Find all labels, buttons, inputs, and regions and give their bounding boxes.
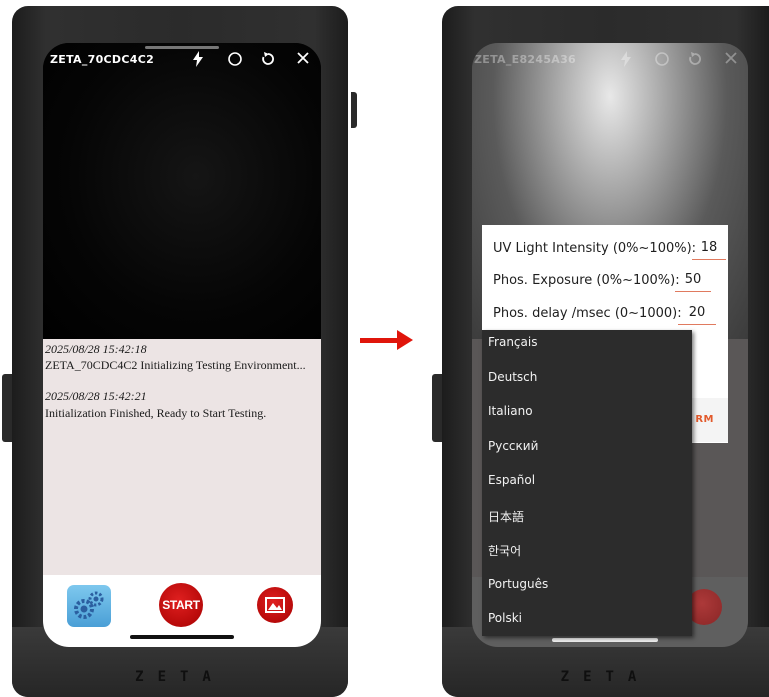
home-indicator: [130, 635, 234, 639]
close-icon: [722, 51, 740, 69]
refresh-icon: [686, 51, 704, 71]
log-panel: 2025/08/28 15:42:18 ZETA_70CDC4C2 Initia…: [43, 339, 321, 575]
uv-intensity-label: UV Light Intensity (0%~100%):: [493, 241, 697, 256]
notch: [145, 46, 219, 49]
phos-exposure-label: Phos. Exposure (0%~100%):: [493, 273, 680, 288]
close-icon[interactable]: [294, 51, 312, 69]
phos-delay-input[interactable]: 20: [678, 304, 716, 325]
start-button[interactable]: START: [159, 583, 203, 627]
language-option[interactable]: Русский: [488, 439, 538, 453]
gallery-button[interactable]: [257, 587, 293, 623]
side-button: [2, 374, 12, 442]
brand-logo: ZETA: [560, 669, 651, 685]
flash-icon: [617, 51, 635, 71]
top-toolbar: ZETA_E8245A36: [472, 51, 748, 71]
gears-icon: [74, 591, 104, 619]
language-option[interactable]: Français: [488, 335, 537, 349]
phos-exposure-input[interactable]: 50: [675, 271, 711, 292]
log-timestamp: 2025/08/28 15:42:21: [45, 389, 147, 403]
arrow-right-icon: [397, 330, 413, 350]
image-icon: [265, 597, 285, 613]
home-indicator: [552, 638, 658, 642]
device-name: ZETA_70CDC4C2: [50, 53, 155, 66]
top-toolbar: ZETA_70CDC4C2: [43, 51, 321, 71]
language-option[interactable]: Español: [488, 473, 535, 487]
side-button: [432, 374, 442, 442]
language-option[interactable]: Deutsch: [488, 370, 537, 384]
phos-delay-label: Phos. delay /msec (0~1000):: [493, 306, 682, 321]
flash-icon[interactable]: [189, 51, 207, 71]
circle-icon: [653, 51, 671, 71]
phone-screen-left: ZETA_70CDC4C2 2025/08/28 15:42:18 ZETA_7…: [43, 43, 321, 647]
log-timestamp: 2025/08/28 15:42:18: [45, 342, 147, 356]
language-option[interactable]: Polski: [488, 611, 522, 625]
refresh-icon[interactable]: [259, 51, 277, 71]
side-button-right: [351, 92, 357, 128]
log-message: Initialization Finished, Ready to Start …: [45, 406, 267, 420]
confirm-button[interactable]: RM: [695, 414, 714, 425]
language-option[interactable]: 日本語: [488, 508, 524, 525]
arrow-shaft: [360, 338, 400, 343]
bottom-bar: START: [43, 575, 321, 647]
device-name: ZETA_E8245A36: [474, 53, 577, 66]
brand-logo: ZETA: [135, 669, 225, 685]
circle-icon[interactable]: [226, 51, 244, 71]
settings-button[interactable]: [67, 585, 111, 627]
camera-preview: ZETA_70CDC4C2: [43, 43, 321, 339]
uv-intensity-input[interactable]: 18: [692, 239, 726, 260]
language-option[interactable]: 한국어: [488, 542, 521, 559]
language-dropdown[interactable]: Français Deutsch Italiano Русский Españo…: [482, 330, 692, 636]
language-option[interactable]: Italiano: [488, 404, 533, 418]
language-option[interactable]: Português: [488, 577, 548, 591]
log-message: ZETA_70CDC4C2 Initializing Testing Envir…: [45, 358, 306, 372]
